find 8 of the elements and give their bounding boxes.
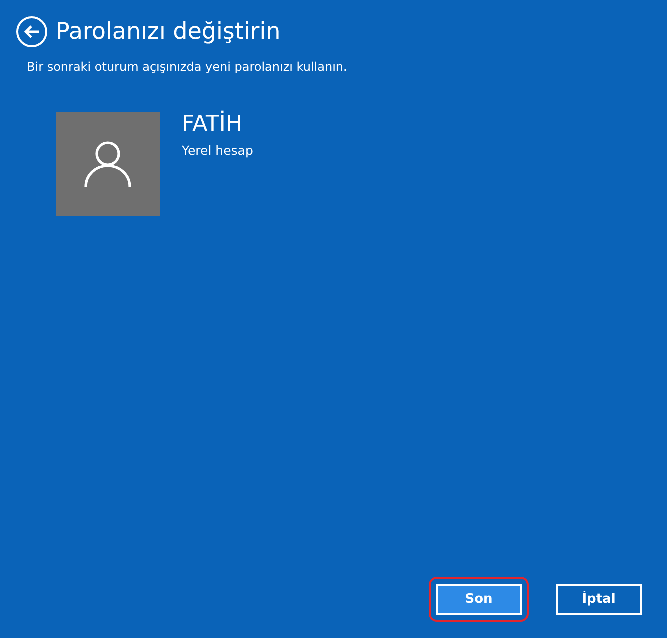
back-icon[interactable] — [16, 16, 48, 48]
account-name: FATİH — [182, 112, 244, 137]
cancel-button[interactable]: İptal — [556, 584, 642, 615]
finish-button[interactable]: Son — [436, 584, 522, 615]
account-type: Yerel hesap — [182, 143, 254, 158]
subtitle: Bir sonraki oturum açışınızda yeni parolanızı kullanın. — [27, 60, 348, 74]
page-title: Parolanızı değiştirin — [56, 19, 281, 45]
person-icon — [84, 140, 132, 188]
